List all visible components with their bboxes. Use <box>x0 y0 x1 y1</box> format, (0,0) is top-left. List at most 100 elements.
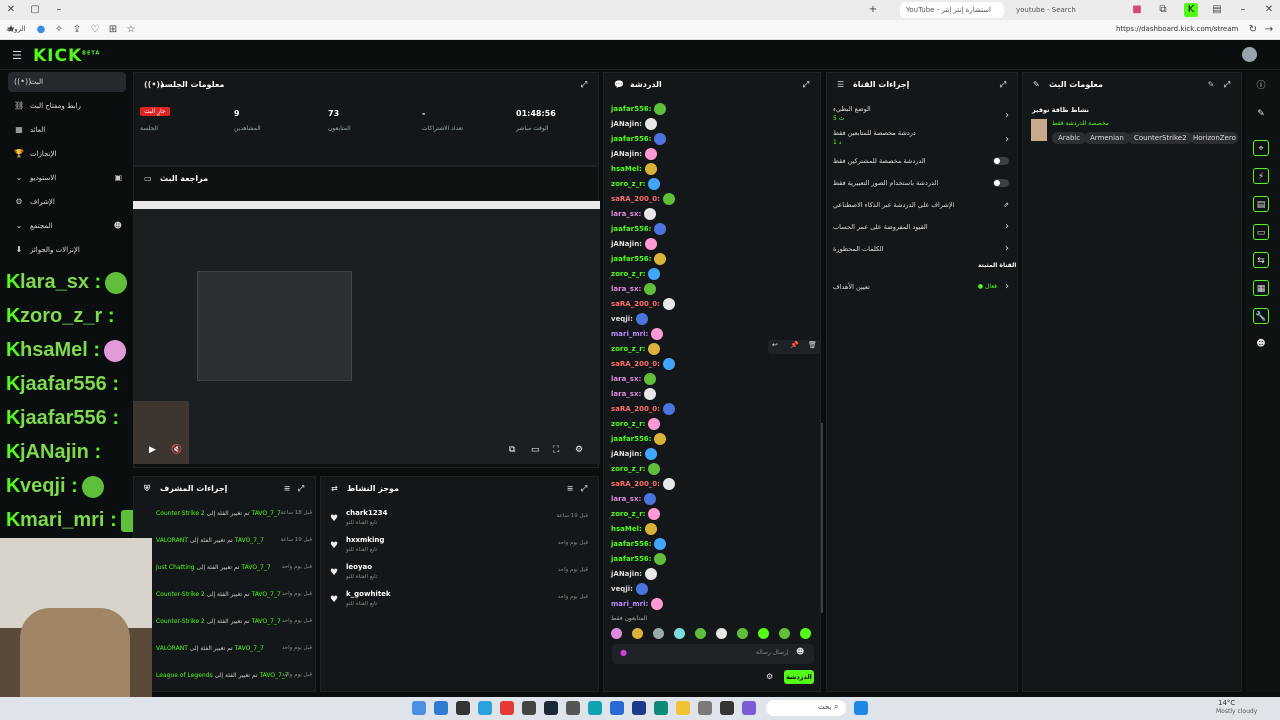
app-icon[interactable] <box>632 701 646 715</box>
emote-icon[interactable] <box>737 628 748 639</box>
document-icon[interactable]: ▤ <box>1253 196 1269 212</box>
sidebar-item-drops[interactable]: ⬇ الإنزالات والجوائز <box>8 240 126 260</box>
chat-message[interactable]: zoro_z_r: <box>611 507 661 521</box>
chat-message[interactable]: saRA_200_0: <box>611 192 675 206</box>
mic-icon[interactable]: ● <box>620 648 627 657</box>
chat-send-button[interactable]: الدردشة <box>784 670 814 684</box>
set-goals-row[interactable]: تعيين الأهداف ● فعال › <box>833 278 1013 296</box>
chat-message[interactable]: jANajin: <box>611 237 657 251</box>
chat-message[interactable]: zoro_z_r: <box>611 462 661 476</box>
chat-message[interactable]: jaafar556: <box>611 252 667 266</box>
chat-message[interactable]: hsaMel: <box>611 522 657 536</box>
kick-logo[interactable]: KICKBETA <box>33 46 100 66</box>
chat-message[interactable]: zoro_z_r: <box>611 417 661 431</box>
fullscreen-icon[interactable]: ⛶ <box>553 445 559 455</box>
kick-favicon-icon[interactable]: K <box>1184 3 1198 17</box>
edit-icon[interactable]: ✎ <box>1253 106 1269 122</box>
avatar[interactable] <box>1242 47 1257 62</box>
emotes-only-toggle[interactable] <box>993 179 1009 187</box>
chat-message[interactable]: jANajin: <box>611 567 657 581</box>
tag-chip[interactable]: Armenian <box>1084 132 1130 144</box>
mod-action-user[interactable]: TAVO_7_7 <box>235 537 264 544</box>
chat-username[interactable]: saRA_200_0: <box>611 405 660 413</box>
expand-icon[interactable]: ⤢ <box>1221 79 1233 91</box>
chat-settings-icon[interactable]: ⚙ <box>766 672 773 681</box>
edge-icon[interactable] <box>654 701 668 715</box>
app-icon[interactable] <box>434 701 448 715</box>
chat-username[interactable]: jaafar556: <box>611 255 651 263</box>
tab-youtube-search[interactable]: youtube - Search <box>1010 2 1110 18</box>
extension-icon[interactable]: ■ <box>1130 3 1144 17</box>
chat-username[interactable]: saRA_200_0: <box>611 195 660 203</box>
banned-words-row[interactable]: الكلمات المحظورة › <box>833 240 1013 258</box>
chat-username[interactable]: hsaMel: <box>611 165 642 173</box>
emote-icon[interactable] <box>716 628 727 639</box>
emote-icon[interactable] <box>758 628 769 639</box>
chat-username[interactable]: jANajin: <box>611 120 642 128</box>
emote-icon[interactable] <box>653 628 664 639</box>
reply-icon[interactable]: ↩ <box>772 341 778 349</box>
chat-username[interactable]: jaafar556: <box>611 435 651 443</box>
activity-user[interactable]: hxxmking <box>346 536 384 544</box>
account-age-row[interactable]: القيود المفروضة على عمر الحساب › <box>833 218 1013 236</box>
chat-message[interactable]: jaafar556: <box>611 537 667 551</box>
followers-only-row[interactable]: دردشة مخصصة للمتابعين فقط 1 د › <box>833 128 1013 152</box>
chat-message[interactable]: zoro_z_r: <box>611 342 661 356</box>
emote-icon[interactable] <box>800 628 811 639</box>
chat-message[interactable]: jANajin: <box>611 117 657 131</box>
crosshair-icon[interactable]: ⌖ <box>1253 140 1269 156</box>
chat-message[interactable]: lara_sx: <box>611 207 657 221</box>
emote-icon[interactable] <box>611 628 622 639</box>
refresh-icon[interactable]: ↻ <box>1246 23 1260 37</box>
expand-icon[interactable]: ⤢ <box>295 483 307 495</box>
mute-icon[interactable]: 🔇 <box>171 445 182 455</box>
chat-message[interactable]: jANajin: <box>611 147 657 161</box>
app-icon[interactable] <box>456 701 470 715</box>
activity-user[interactable]: chark1234 <box>346 509 387 517</box>
chat-username[interactable]: jANajin: <box>611 450 642 458</box>
tag-chip[interactable]: HorizonZero <box>1190 132 1238 144</box>
filter-icon[interactable]: ≡ <box>564 483 576 495</box>
chat-username[interactable]: zoro_z_r: <box>611 270 645 278</box>
delete-icon[interactable]: 🗑 <box>808 341 817 349</box>
emote-icon[interactable] <box>674 628 685 639</box>
wrench-icon[interactable]: 🔧 <box>1253 308 1269 324</box>
chat-message[interactable]: saRA_200_0: <box>611 297 675 311</box>
chat-username[interactable]: zoro_z_r: <box>611 345 645 353</box>
chat-input[interactable]: ● إرسال رسالة ☻ <box>612 644 814 664</box>
chat-username[interactable]: mari_mri: <box>611 330 648 338</box>
chat-username[interactable]: zoro_z_r: <box>611 510 645 518</box>
forward-icon[interactable]: → <box>1262 23 1276 37</box>
sidebar-item-stream[interactable]: ((•)) البث <box>8 72 126 92</box>
share-icon[interactable]: ⇪ <box>70 23 84 37</box>
app-icon[interactable] <box>698 701 712 715</box>
chat-username[interactable]: jaafar556: <box>611 105 651 113</box>
app-icon[interactable] <box>588 701 602 715</box>
window-minimize-icon[interactable]: – <box>1236 3 1250 17</box>
chat-username[interactable]: zoro_z_r: <box>611 420 645 428</box>
chat-username[interactable]: lara_sx: <box>611 210 641 218</box>
users-icon[interactable]: ⇆ <box>1253 252 1269 268</box>
copilot-icon[interactable]: ✧ <box>52 23 66 37</box>
chat-username[interactable]: lara_sx: <box>611 375 641 383</box>
chat-message[interactable]: hsaMel: <box>611 162 657 176</box>
chat-message[interactable]: jaafar556: <box>611 432 667 446</box>
browser-profile-icon[interactable]: ● <box>34 23 48 37</box>
expand-icon[interactable]: ⤢ <box>997 79 1009 91</box>
mod-action-user[interactable]: TAVO_7_7 <box>241 564 270 571</box>
stream-video[interactable]: ▶ 🔇 ⧉ ▭ ⛶ ⚙ <box>133 201 600 464</box>
pin-icon[interactable]: 📌 <box>790 341 799 349</box>
tab-youtube[interactable]: YouTube - استشارة إنتر إنتر (12) <box>900 2 1004 30</box>
theater-icon[interactable]: ▭ <box>531 445 540 455</box>
chat-message[interactable]: mari_mri: <box>611 597 664 611</box>
chat-username[interactable]: mari_mri: <box>611 600 648 608</box>
expand-icon[interactable]: ⤢ <box>800 79 812 91</box>
chat-message[interactable]: jaafar556: <box>611 222 667 236</box>
chat-username[interactable]: jANajin: <box>611 240 642 248</box>
sidebar-item-achievements[interactable]: 🏆 الإنجازات <box>8 144 126 164</box>
chat-username[interactable]: saRA_200_0: <box>611 480 660 488</box>
chat-message[interactable]: veqji: <box>611 312 648 326</box>
chat-message[interactable]: saRA_200_0: <box>611 402 675 416</box>
chat-message[interactable]: lara_sx: <box>611 492 657 506</box>
emoji-icon[interactable]: ☻ <box>796 647 804 656</box>
